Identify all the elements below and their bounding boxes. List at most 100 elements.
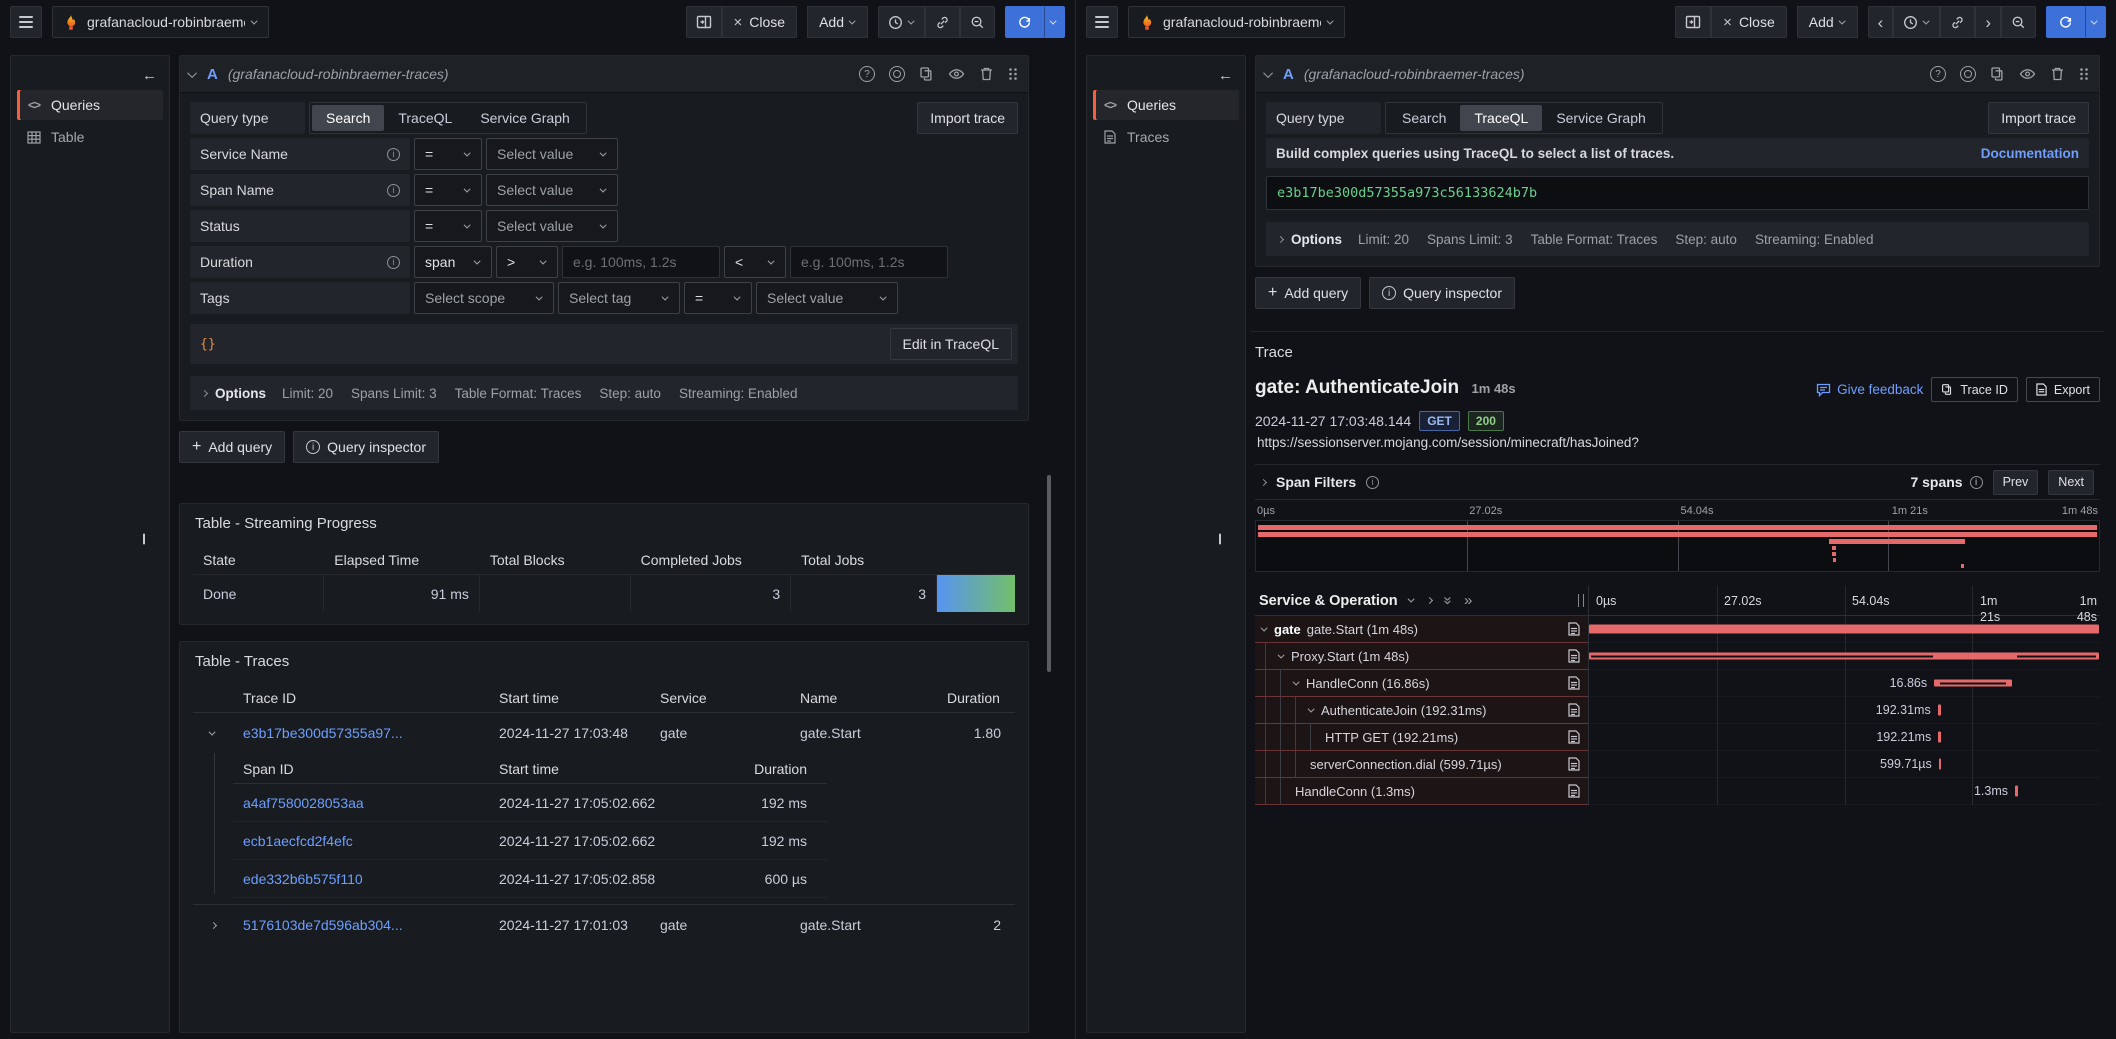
sidebar-item-queries[interactable]: <> Queries (1093, 90, 1239, 120)
duration-scope-select[interactable]: span (414, 246, 492, 278)
status-value-select[interactable]: Select value (486, 210, 618, 242)
span-id-link[interactable]: ecb1aecfcd2f4efc (243, 833, 353, 849)
prev-button[interactable]: Prev (1993, 470, 2039, 495)
options-row[interactable]: Options Limit: 20 Spans Limit: 3 Table F… (1266, 222, 2089, 256)
span-name-operator-select[interactable]: = (414, 174, 482, 206)
span-bar[interactable] (2015, 786, 2018, 797)
span-bar[interactable] (1589, 625, 2100, 634)
scrollbar-thumb[interactable] (1047, 475, 1051, 672)
span-row[interactable]: HandleConn (16.86s) 16.86s (1255, 670, 2100, 697)
tab-traceql[interactable]: TraceQL (1460, 105, 1542, 131)
traceql-query-input[interactable]: e3b17be300d57355a973c56133624b7b (1266, 176, 2089, 210)
query-inspector-button[interactable]: iQuery inspector (293, 431, 439, 463)
span-bar[interactable] (1938, 705, 1941, 716)
drag-handle-icon[interactable] (2079, 67, 2089, 81)
copy-link-button[interactable] (925, 6, 960, 38)
span-row[interactable]: gate gate.Start (1m 48s) (1255, 616, 2100, 643)
close-pane-button[interactable]: ×Close (722, 6, 798, 38)
trash-icon[interactable] (2050, 66, 2065, 82)
tab-service-graph[interactable]: Service Graph (466, 105, 583, 131)
datasource-picker[interactable]: grafanacloud-robinbraemer (52, 6, 269, 38)
add-query-button[interactable]: +Add query (1255, 277, 1361, 309)
tags-value-select[interactable]: Select value (756, 282, 898, 314)
row-expand-toggle[interactable] (193, 713, 233, 753)
eye-icon[interactable] (2019, 67, 2036, 81)
service-name-operator-select[interactable]: = (414, 138, 482, 170)
log-icon[interactable] (1568, 676, 1580, 690)
log-icon[interactable] (1568, 649, 1580, 663)
add-button[interactable]: Add (807, 6, 868, 38)
span-bar[interactable] (1938, 732, 1941, 743)
help-icon[interactable]: ? (1930, 66, 1946, 82)
expand-one-icon[interactable] (1427, 598, 1432, 603)
duration-min-input[interactable] (562, 246, 720, 278)
next-button[interactable]: Next (2048, 470, 2094, 495)
service-name-value-select[interactable]: Select value (486, 138, 618, 170)
add-query-button[interactable]: +Add query (179, 431, 285, 463)
run-query-interval-button[interactable] (2085, 6, 2106, 38)
options-row[interactable]: Options Limit: 20 Spans Limit: 3 Table F… (190, 376, 1018, 410)
span-id-link[interactable]: a4af7580028053aa (243, 795, 364, 811)
time-shift-back-button[interactable]: ‹ (1868, 6, 1894, 38)
column-resize-handle[interactable] (1578, 594, 1584, 607)
copy-icon[interactable] (1990, 66, 2005, 82)
sidebar-item-traces[interactable]: Traces (1093, 122, 1239, 152)
span-row[interactable]: HTTP GET (192.21ms) 192.21ms (1255, 724, 2100, 751)
span-bar[interactable] (1589, 653, 2099, 660)
tab-search[interactable]: Search (312, 105, 384, 131)
span-row[interactable]: serverConnection.dial (599.71µs) 599.71µ… (1255, 751, 2100, 778)
span-filters-bar[interactable]: Span Filters i 7 spans i Prev Next (1255, 464, 2100, 500)
duration-lt-select[interactable]: < (724, 246, 786, 278)
copy-icon[interactable] (919, 66, 934, 82)
tab-service-graph[interactable]: Service Graph (1542, 105, 1659, 131)
tags-scope-select[interactable]: Select scope (414, 282, 554, 314)
mega-menu-button[interactable] (10, 6, 42, 38)
span-row[interactable]: Proxy.Start (1m 48s) (1255, 643, 2100, 670)
query-inspector-button[interactable]: iQuery inspector (1369, 277, 1515, 309)
log-icon[interactable] (1568, 622, 1580, 636)
tags-operator-select[interactable]: = (684, 282, 752, 314)
import-trace-button[interactable]: Import trace (917, 102, 1018, 134)
trace-id-link[interactable]: e3b17be300d57355a97... (243, 725, 403, 741)
status-operator-select[interactable]: = (414, 210, 482, 242)
split-view-button[interactable] (686, 6, 722, 38)
edit-in-traceql-button[interactable]: Edit in TraceQL (890, 328, 1013, 360)
export-button[interactable]: Export (2026, 377, 2100, 402)
log-icon[interactable] (1568, 757, 1580, 771)
collapse-one-icon[interactable] (1410, 598, 1415, 603)
chevron-down-icon[interactable] (1308, 705, 1315, 712)
add-button[interactable]: Add (1797, 6, 1858, 38)
chevron-down-icon[interactable] (1278, 651, 1285, 658)
collapse-outline-button[interactable]: ← (142, 67, 157, 84)
span-row[interactable]: HandleConn (1.3ms) 1.3ms (1255, 778, 2100, 805)
duration-gt-select[interactable]: > (496, 246, 558, 278)
documentation-link[interactable]: Documentation (1981, 146, 2079, 161)
datasource-picker[interactable]: grafanacloud-robinbraemer (1128, 6, 1345, 38)
close-pane-button[interactable]: ×Close (1711, 6, 1787, 38)
duration-max-input[interactable] (790, 246, 948, 278)
give-feedback-link[interactable]: Give feedback (1816, 382, 1923, 397)
run-query-interval-button[interactable] (1044, 6, 1065, 38)
run-query-button[interactable] (2046, 6, 2085, 38)
time-picker-button[interactable] (1893, 6, 1940, 38)
split-view-button[interactable] (1675, 6, 1711, 38)
span-bar[interactable] (1939, 759, 1941, 770)
import-trace-button[interactable]: Import trace (1988, 102, 2089, 134)
time-shift-forward-button[interactable]: › (1975, 6, 2001, 38)
span-bar[interactable] (1934, 680, 2012, 687)
chevron-down-icon[interactable] (1261, 624, 1268, 631)
query-row-header[interactable]: A (grafanacloud-robinbraemer-traces) ? (1256, 56, 2099, 93)
mega-menu-button[interactable] (1086, 6, 1118, 38)
trash-icon[interactable] (979, 66, 994, 82)
log-icon[interactable] (1568, 784, 1580, 798)
zoom-out-button[interactable] (960, 6, 995, 38)
tab-search[interactable]: Search (1388, 105, 1460, 131)
tab-traceql[interactable]: TraceQL (384, 105, 466, 131)
row-expand-toggle[interactable] (193, 905, 233, 945)
zoom-out-button[interactable] (2001, 6, 2036, 38)
history-icon[interactable] (1960, 66, 1976, 82)
eye-icon[interactable] (948, 67, 965, 81)
chevron-down-icon[interactable] (1293, 678, 1300, 685)
copy-link-button[interactable] (1940, 6, 1975, 38)
run-query-button[interactable] (1005, 6, 1044, 38)
